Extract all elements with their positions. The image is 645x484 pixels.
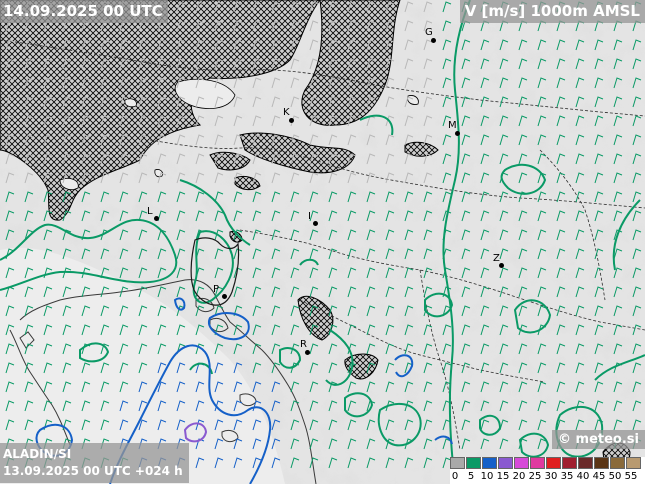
city-marker: [305, 350, 310, 355]
legend-swatch: [482, 457, 497, 469]
legend-swatch: [546, 457, 561, 469]
city-marker: [313, 221, 318, 226]
color-legend: 0 5 10 15 20 25 30 35 40 45 50 55: [450, 457, 645, 484]
city-marker: [431, 38, 436, 43]
city-marker: [455, 131, 460, 136]
city-label: G: [425, 27, 433, 38]
field-title-label: V [m/s] 1000m AMSL: [459, 0, 645, 23]
city-marker: [289, 118, 294, 123]
valid-time-label: 14.09.2025 00 UTC: [0, 0, 168, 23]
model-info: ALADIN/SI 13.09.2025 00 UTC +024 h: [0, 443, 189, 483]
weather-map-view: G K M L I Z P R 14.09.2025 00 UTC V [m/s…: [0, 0, 645, 484]
legend-tick-label: 55: [624, 471, 638, 482]
city-label: M: [448, 120, 457, 131]
legend-swatch: [530, 457, 545, 469]
legend-swatch: [610, 457, 625, 469]
city-marker: [154, 216, 159, 221]
legend-swatch: [498, 457, 513, 469]
map-canvas: [0, 0, 645, 484]
legend-swatch: [466, 457, 481, 469]
city-label: L: [147, 206, 153, 217]
legend-swatch: [626, 457, 641, 469]
city-marker: [222, 294, 227, 299]
city-label: P: [213, 284, 220, 295]
city-label: R: [300, 339, 307, 350]
city-label: Z: [493, 253, 500, 264]
run-info: 13.09.2025 00 UTC +024 h: [3, 464, 183, 478]
legend-swatch: [578, 457, 593, 469]
city-label: K: [283, 107, 290, 118]
legend-swatch: [562, 457, 577, 469]
model-name: ALADIN/SI: [3, 447, 72, 461]
copyright-label: © meteo.si: [552, 430, 645, 449]
city-label: I: [308, 211, 311, 222]
legend-swatch: [450, 457, 465, 469]
legend-swatch: [514, 457, 529, 469]
legend-swatch: [594, 457, 609, 469]
